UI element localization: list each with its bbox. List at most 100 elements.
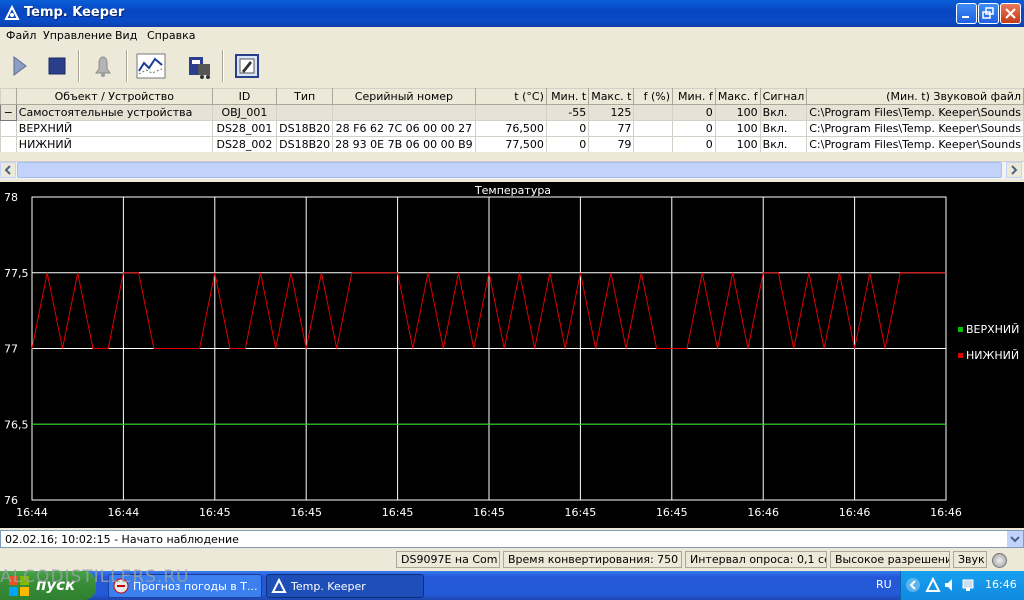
cell-id: DS28_002 [211,136,278,152]
table-row[interactable]: ВЕРХНИЙ DS28_001 DS18B20 28 F6 62 7C 06 … [0,120,1024,137]
watermark: ALCODISTILLERS.RU [0,567,190,587]
x-tick-label: 16:45 [290,506,322,519]
cell-min-t: 0 [545,120,590,137]
column-header[interactable]: Серийный номер [332,88,476,105]
x-tick-label: 16:45 [473,506,505,519]
cell-f [633,104,674,121]
column-header[interactable]: Сигнал [759,88,808,105]
app-tray-icon[interactable] [925,577,941,593]
network-icon[interactable] [961,577,977,593]
scroll-left-button[interactable] [0,162,16,178]
menu-file[interactable]: Файл [6,29,36,42]
taskbar-item-label: Temp. Keeper [291,580,366,593]
maximize-button[interactable] [978,3,999,24]
tray-expand-icon[interactable] [905,577,921,593]
column-header[interactable]: Макс. t [588,88,635,105]
clock[interactable]: 16:46 [985,578,1017,591]
app-icon [4,5,20,20]
menu-help[interactable]: Справка [147,29,195,42]
legend-swatch [958,353,963,358]
column-header[interactable]: (Мин. t) Звуковой файл [806,88,1024,105]
cell-id: OBJ_001 [211,104,278,121]
column-header[interactable]: Тип [276,88,334,105]
cell-file: C:\Program Files\Temp. Keeper\Sounds [806,104,1024,121]
app-icon [271,578,287,593]
restore-icon [982,7,994,19]
cell-min-t: 0 [545,136,590,152]
column-header[interactable]: Мин. t [545,88,590,105]
cell-f [633,120,674,137]
system-tray: 16:46 [900,571,1024,600]
table-row[interactable]: − Самостоятельные устройства OBJ_001 -55… [0,104,1024,121]
horizontal-scrollbar[interactable] [0,161,1024,179]
toolbar [0,46,1024,89]
cell-signal: Вкл. [759,120,808,137]
status-port: DS9097E на Com 3 [396,551,500,568]
minimize-button[interactable] [956,3,977,24]
scroll-thumb[interactable] [17,162,1002,178]
title-bar[interactable]: Temp. Keeper [0,0,1024,27]
cell-type: DS18B20 [276,120,334,137]
chart-icon [136,53,166,79]
y-tick-label: 77,5 [4,267,29,280]
minimize-icon [962,16,969,18]
devices-button[interactable] [182,49,216,83]
taskbar-item-tempkeeper[interactable]: Temp. Keeper [266,574,424,598]
column-header[interactable]: Макс. f [714,88,761,105]
collapse-toggle[interactable]: − [0,104,17,121]
chevron-down-icon [1010,536,1020,543]
cell-serial [332,104,476,121]
cell-temp: 76,500 [474,120,547,137]
column-header[interactable]: f (%) [633,88,674,105]
close-button[interactable] [1000,3,1021,24]
table-header: Объект / Устройство ID Тип Серийный номе… [0,88,1024,105]
table-row[interactable]: НИЖНИЙ DS28_002 DS18B20 28 93 0E 7B 06 0… [0,136,1024,152]
cell-max-f: 100 [714,120,761,137]
legend-label: НИЖНИЙ [966,349,1019,362]
play-icon [13,56,27,76]
close-icon [1005,8,1016,19]
settings-button[interactable] [230,49,264,83]
cell-name: Самостоятельные устройства [15,104,213,121]
cell-file: C:\Program Files\Temp. Keeper\Sounds [806,136,1024,152]
column-header[interactable]: t (°C) [474,88,547,105]
y-tick-label: 76,5 [4,418,29,431]
column-header[interactable]: Мин. f [672,88,716,105]
language-indicator[interactable]: RU [876,578,892,591]
temperature-chart[interactable]: Температура 78 77,5 77 76,5 76 16:44 16:44 16:… [0,182,1024,528]
devices-icon [189,57,210,79]
arrow-left-icon [4,165,11,175]
chart-svg: Температура 7877,57776,576 16:44 16:44 16:… [4,184,1019,519]
cell-max-t: 79 [588,136,635,152]
cell-id: DS28_001 [211,120,278,137]
cell-min-f: 0 [672,136,716,152]
cell-file: C:\Program Files\Temp. Keeper\Sounds [806,120,1024,137]
x-tick-label: 16:45 [382,506,414,519]
column-header[interactable]: Объект / Устройство [15,88,213,105]
start-button[interactable] [2,49,36,83]
event-log-select[interactable]: 02.02.16; 10:02:15 - Начато наблюдение [0,530,1024,548]
event-log-text: 02.02.16; 10:02:15 - Начато наблюдение [5,533,239,546]
x-tick-label: 16:46 [747,506,779,519]
y-axis: 7877,57776,576 [4,191,29,507]
speaker-icon[interactable] [943,577,959,593]
dropdown-button[interactable] [1007,531,1023,547]
cell-min-f: 0 [672,120,716,137]
stop-button[interactable] [40,49,74,83]
chart-title: Температура [474,184,551,197]
column-header[interactable]: ID [211,88,278,105]
menu-view[interactable]: Вид [115,29,137,42]
cell-max-t: 77 [588,120,635,137]
settings-icon [235,54,259,78]
cell-min-f: 0 [672,104,716,121]
chart-button[interactable] [134,49,168,83]
alarm-button[interactable] [86,49,120,83]
scroll-right-button[interactable] [1006,162,1022,178]
cell-expander [0,136,17,152]
menu-control[interactable]: Управление [43,29,112,42]
cell-type [276,104,334,121]
cell-max-t: 125 [588,104,635,121]
legend-swatch [958,327,963,332]
legend-label: ВЕРХНИЙ [966,323,1019,336]
status-interval: Интервал опроса: 0,1 сек. [685,551,827,568]
